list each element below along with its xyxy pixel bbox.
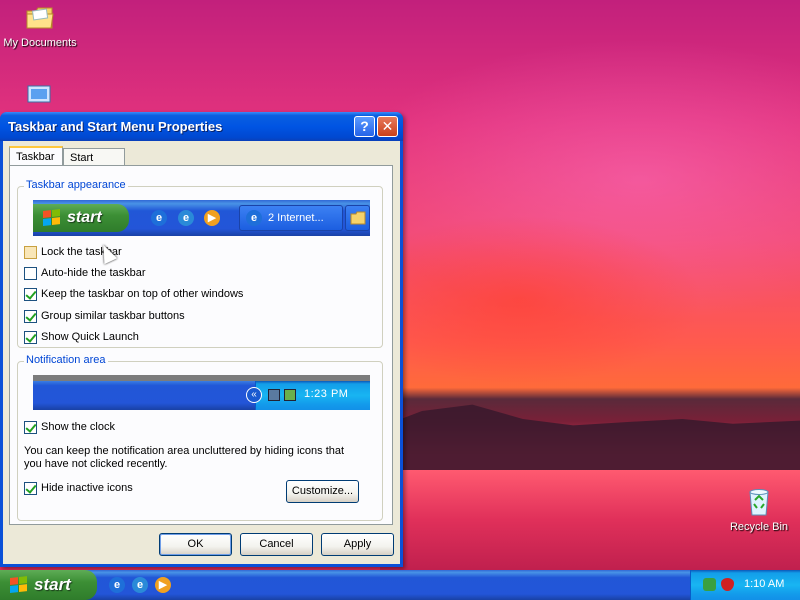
group-taskbar-appearance: Taskbar appearance start e e ▶ e 2 Inter…: [17, 179, 383, 348]
option-label: Auto-hide the taskbar: [41, 267, 146, 279]
cancel-button[interactable]: Cancel: [240, 533, 313, 556]
option-label: Hide inactive icons: [41, 482, 133, 494]
desktop-icon-recycle-bin[interactable]: Recycle Bin: [719, 486, 799, 533]
outlook-express-quicklaunch-icon[interactable]: e: [132, 577, 148, 593]
close-icon: ✕: [381, 118, 394, 134]
auto-hide-option[interactable]: Auto-hide the taskbar: [24, 265, 146, 281]
lock-taskbar-checkbox[interactable]: [24, 245, 37, 259]
preview-task-button: e 2 Internet...: [239, 205, 343, 231]
desktop-icon-label: Recycle Bin: [729, 521, 789, 533]
quick-launch-option[interactable]: Show Quick Launch: [24, 329, 139, 345]
dialog-client-area: Taskbar Start Menu Taskbar appearance st…: [3, 141, 400, 564]
tab-panel-taskbar: Taskbar appearance start e e ▶ e 2 Inter…: [9, 165, 393, 525]
ie-quicklaunch-icon[interactable]: e: [109, 577, 125, 593]
show-clock-option[interactable]: Show the clock: [24, 419, 115, 435]
folder-icon: [350, 211, 366, 225]
tab-label: Taskbar: [16, 151, 55, 163]
outlook-express-icon: e: [178, 210, 194, 226]
desktop-icon-label: My Documents: [3, 37, 77, 49]
network-icon: [268, 389, 280, 401]
hide-inactive-checkbox[interactable]: [24, 481, 37, 495]
option-label: Group similar taskbar buttons: [41, 310, 185, 322]
group-buttons-checkbox[interactable]: [24, 309, 37, 323]
group-label: Taskbar appearance: [24, 179, 128, 191]
preview-task-label: 2 Internet...: [268, 212, 324, 224]
ie-icon: e: [151, 210, 167, 226]
option-label: Keep the taskbar on top of other windows: [41, 288, 244, 300]
customize-button[interactable]: Customize...: [286, 480, 359, 503]
help-button[interactable]: ?: [354, 116, 375, 137]
help-icon: ?: [360, 118, 369, 134]
network-tray-icon[interactable]: [703, 578, 716, 591]
group-buttons-option[interactable]: Group similar taskbar buttons: [24, 308, 185, 324]
taskbar: start e e ▶ 1:10 AM: [0, 570, 800, 600]
recycle-bin-icon: [749, 489, 769, 516]
option-label: Show the clock: [41, 421, 115, 433]
keep-on-top-checkbox[interactable]: [24, 287, 37, 301]
apply-button[interactable]: Apply: [321, 533, 394, 556]
window-title: Taskbar and Start Menu Properties: [8, 119, 223, 134]
option-label: Show Quick Launch: [41, 331, 139, 343]
group-notification-area: Notification area « 1:23 PM Show the clo…: [17, 354, 383, 521]
folder-icon: [26, 7, 54, 29]
ok-button[interactable]: OK: [159, 533, 232, 556]
group-label: Notification area: [24, 354, 108, 366]
system-tray: 1:10 AM: [690, 570, 800, 600]
auto-hide-checkbox[interactable]: [24, 266, 37, 280]
ie-icon: e: [246, 210, 262, 226]
safely-remove-icon: [284, 389, 296, 401]
windows-logo-icon: [10, 576, 28, 594]
start-label: start: [34, 575, 71, 594]
show-hidden-icons-icon: «: [246, 387, 262, 403]
window-titlebar[interactable]: Taskbar and Start Menu Properties ? ✕: [0, 112, 403, 141]
windows-logo-icon: [43, 209, 61, 227]
security-shield-icon[interactable]: [721, 578, 734, 591]
media-player-icon: ▶: [204, 210, 220, 226]
notification-description: You can keep the notification area unclu…: [24, 445, 345, 470]
taskbar-preview: start e e ▶ e 2 Internet...: [33, 200, 370, 236]
preview-clock: 1:23 PM: [304, 388, 349, 400]
hide-inactive-option[interactable]: Hide inactive icons: [24, 480, 133, 496]
media-player-quicklaunch-icon[interactable]: ▶: [155, 577, 171, 593]
preview-start-label: start: [67, 209, 102, 226]
desktop-icon-my-computer[interactable]: [0, 82, 80, 110]
notification-preview: « 1:23 PM: [33, 375, 370, 410]
properties-window: Taskbar and Start Menu Properties ? ✕ Ta…: [0, 112, 403, 567]
close-button[interactable]: ✕: [377, 116, 398, 137]
taskbar-clock[interactable]: 1:10 AM: [744, 578, 784, 590]
preview-folder-button: [345, 205, 370, 231]
keep-on-top-option[interactable]: Keep the taskbar on top of other windows: [24, 286, 243, 302]
preview-tray: « 1:23 PM: [246, 381, 370, 410]
preview-start-button: start: [33, 204, 129, 232]
computer-icon: [27, 85, 51, 103]
desktop-icon-my-documents[interactable]: My Documents: [0, 2, 80, 49]
start-button[interactable]: start: [0, 570, 97, 600]
show-clock-checkbox[interactable]: [24, 420, 37, 434]
quick-launch-checkbox[interactable]: [24, 330, 37, 344]
